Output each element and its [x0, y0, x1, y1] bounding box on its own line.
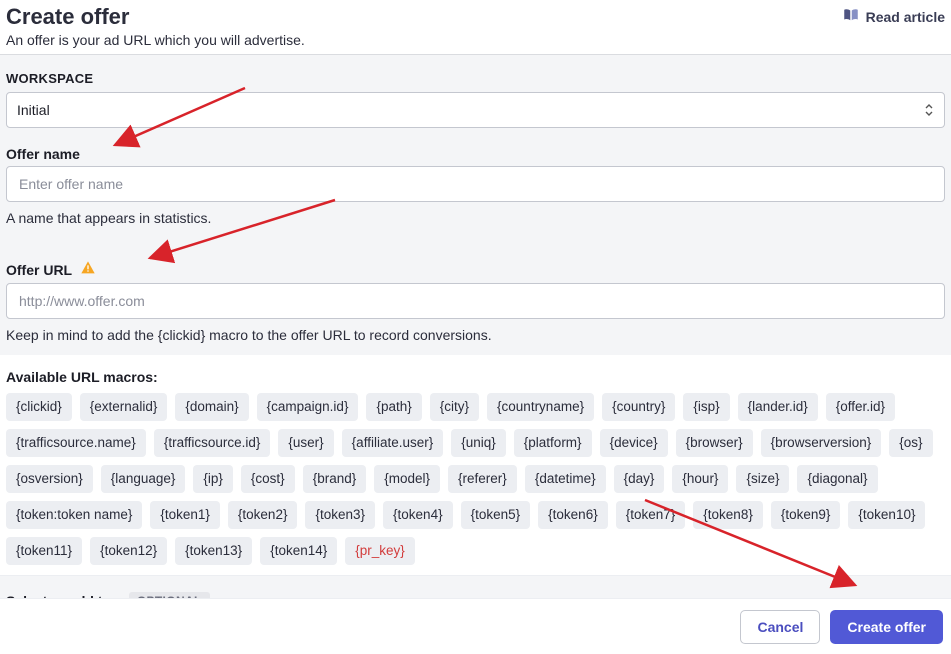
url-macros-label: Available URL macros:	[6, 369, 945, 385]
macro-token[interactable]: {city}	[430, 393, 479, 421]
chevron-updown-icon	[924, 103, 934, 117]
macro-token[interactable]: {token4}	[383, 501, 453, 529]
url-macros-section: Available URL macros: {clickid} {external…	[0, 355, 951, 575]
macro-token[interactable]: {externalid}	[80, 393, 168, 421]
macro-token[interactable]: {referer}	[448, 465, 517, 493]
macro-token[interactable]: {token10}	[848, 501, 925, 529]
offer-name-input[interactable]	[17, 167, 934, 201]
create-offer-button[interactable]: Create offer	[830, 610, 943, 644]
macro-token[interactable]: {token3}	[305, 501, 375, 529]
book-icon	[842, 6, 860, 27]
macro-token[interactable]: {user}	[278, 429, 333, 457]
offer-name-section: Offer name A name that appears in statis…	[0, 140, 951, 238]
macro-token[interactable]: {token12}	[90, 537, 167, 565]
macro-token[interactable]: {isp}	[683, 393, 729, 421]
macro-token[interactable]: {token1}	[150, 501, 220, 529]
macro-token[interactable]: {device}	[600, 429, 668, 457]
offer-name-input-wrap[interactable]	[6, 166, 945, 202]
workspace-value: Initial	[17, 102, 50, 118]
macro-token[interactable]: {datetime}	[525, 465, 606, 493]
macro-token[interactable]: {token9}	[771, 501, 841, 529]
macro-token[interactable]: {platform}	[514, 429, 592, 457]
macro-token[interactable]: {browser}	[676, 429, 753, 457]
page-subtitle: An offer is your ad URL which you will a…	[6, 32, 305, 48]
macro-token[interactable]: {campaign.id}	[257, 393, 359, 421]
macro-token[interactable]: {token7}	[616, 501, 686, 529]
macro-token[interactable]: {clickid}	[6, 393, 72, 421]
macro-token[interactable]: {day}	[614, 465, 665, 493]
macro-token[interactable]: {token14}	[260, 537, 337, 565]
macro-token[interactable]: {affiliate.user}	[342, 429, 444, 457]
offer-url-input-wrap[interactable]	[6, 283, 945, 319]
workspace-label: WORKSPACE	[6, 71, 945, 86]
macro-token[interactable]: {ip}	[193, 465, 233, 493]
workspace-select[interactable]: Initial	[6, 92, 945, 128]
macro-token[interactable]: {hour}	[672, 465, 728, 493]
macro-token[interactable]: {token2}	[228, 501, 298, 529]
macro-token[interactable]: {token11}	[6, 537, 82, 565]
macro-token[interactable]: {browserversion}	[761, 429, 882, 457]
macro-token[interactable]: {diagonal}	[797, 465, 877, 493]
offer-name-help: A name that appears in statistics.	[6, 210, 945, 226]
macro-token[interactable]: {offer.id}	[826, 393, 895, 421]
macro-token[interactable]: {countryname}	[487, 393, 594, 421]
macro-token[interactable]: {token6}	[538, 501, 608, 529]
offer-url-section: Offer URL Keep in mind to add the {click…	[0, 238, 951, 355]
macro-token[interactable]: {os}	[889, 429, 932, 457]
macro-token[interactable]: {token13}	[175, 537, 252, 565]
modal-footer: Cancel Create offer	[0, 598, 951, 654]
macro-token[interactable]: {model}	[374, 465, 440, 493]
offer-url-help: Keep in mind to add the {clickid} macro …	[6, 327, 945, 343]
read-article-link[interactable]: Read article	[842, 4, 945, 27]
macro-token[interactable]: {trafficsource.id}	[154, 429, 271, 457]
macro-token[interactable]: {trafficsource.name}	[6, 429, 146, 457]
macro-token[interactable]: {path}	[366, 393, 421, 421]
macro-token[interactable]: {country}	[602, 393, 675, 421]
macro-token[interactable]: {token5}	[461, 501, 531, 529]
workspace-section: WORKSPACE Initial	[0, 55, 951, 140]
macro-token[interactable]: {uniq}	[451, 429, 506, 457]
offer-url-input[interactable]	[17, 284, 934, 318]
macro-token[interactable]: {token8}	[693, 501, 763, 529]
macro-token[interactable]: {token:token name}	[6, 501, 142, 529]
macro-token[interactable]: {lander.id}	[738, 393, 818, 421]
warning-icon	[80, 260, 96, 279]
read-article-label: Read article	[866, 9, 945, 25]
offer-url-label: Offer URL	[6, 262, 72, 278]
modal-header: Create offer An offer is your ad URL whi…	[0, 0, 951, 55]
cancel-button[interactable]: Cancel	[740, 610, 820, 644]
macro-token[interactable]: {cost}	[241, 465, 295, 493]
macro-token[interactable]: {pr_key}	[345, 537, 415, 565]
macro-token[interactable]: {language}	[101, 465, 186, 493]
macro-token[interactable]: {osversion}	[6, 465, 93, 493]
url-macros-list: {clickid} {externalid}{domain} {campaign.i…	[6, 393, 945, 565]
macro-token[interactable]: {brand}	[303, 465, 367, 493]
macro-token[interactable]: {size}	[736, 465, 789, 493]
offer-name-label: Offer name	[6, 146, 945, 162]
page-title: Create offer	[6, 4, 305, 30]
macro-token[interactable]: {domain}	[175, 393, 248, 421]
